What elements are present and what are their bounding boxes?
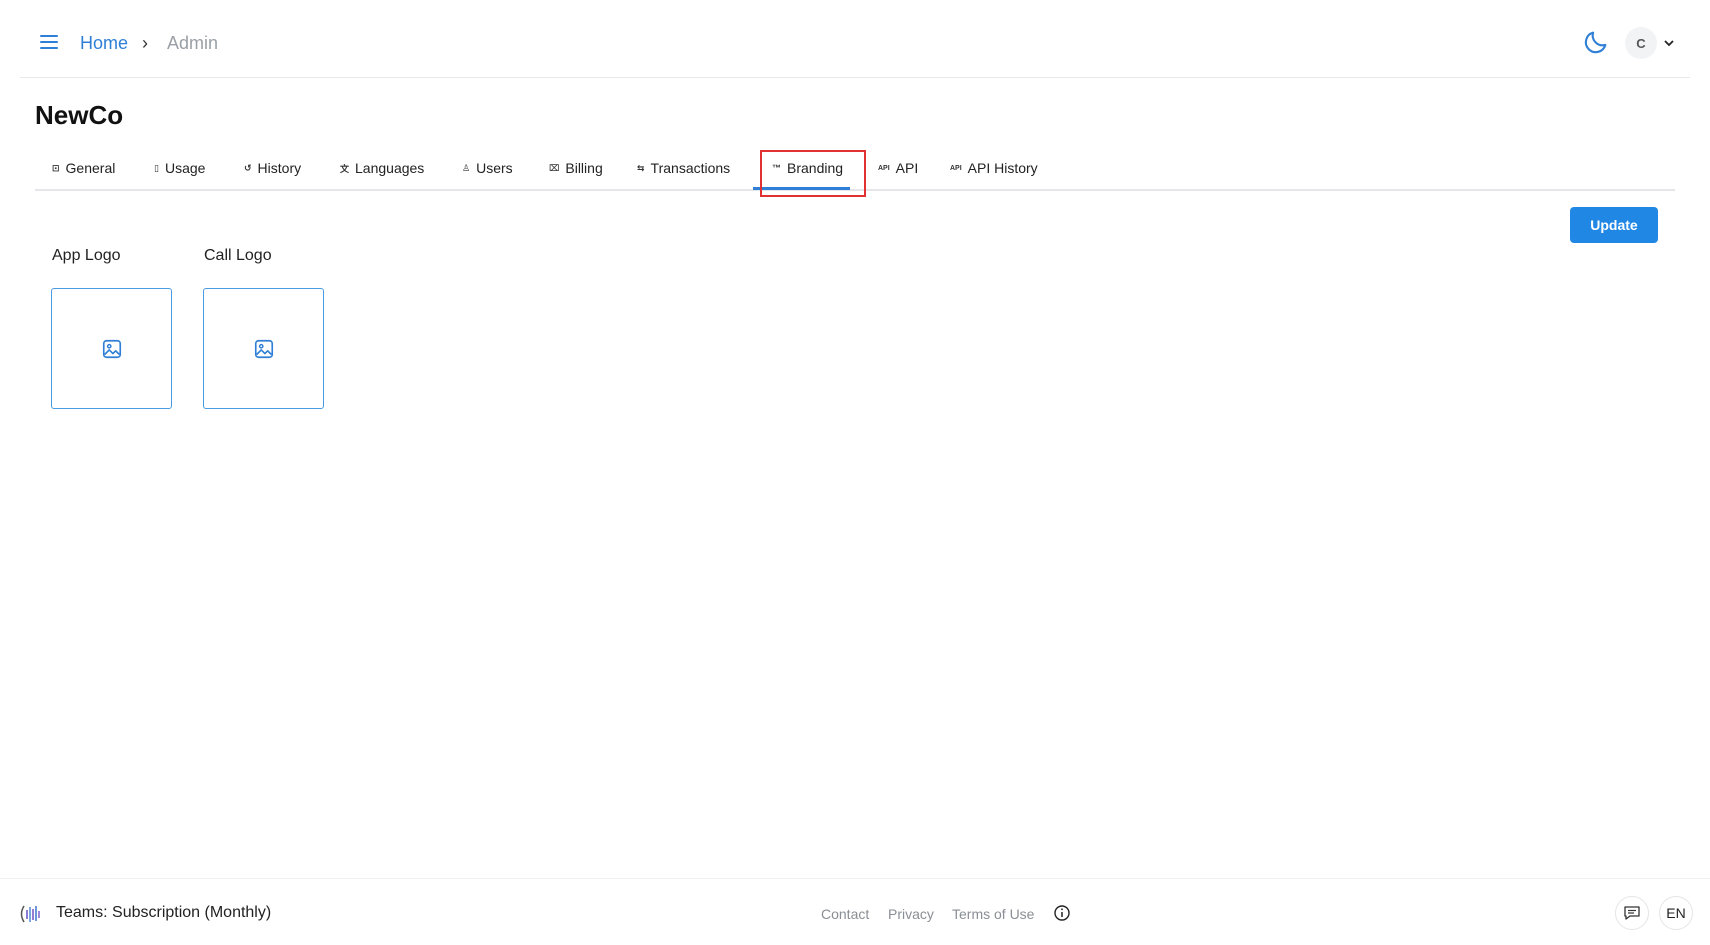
api-icon: API [950, 164, 962, 172]
tab-transactions[interactable]: ⇆ Transactions [637, 160, 730, 176]
history-icon: ↺ [244, 162, 252, 173]
language-button[interactable]: EN [1659, 896, 1693, 930]
languages-icon: 文 [340, 163, 350, 174]
breadcrumb-current: Admin [167, 33, 219, 53]
update-button[interactable]: Update [1570, 207, 1658, 243]
chat-icon [1624, 906, 1640, 920]
tab-label: Usage [164, 160, 206, 176]
tab-label: Languages [355, 160, 425, 176]
privacy-link[interactable]: Privacy [888, 906, 934, 922]
tab-history[interactable]: ↺ History [244, 160, 301, 176]
tab-label: Billing [565, 160, 603, 176]
tab-label: API [895, 160, 919, 176]
user-icon: ♙ [462, 162, 471, 173]
chevron-down-icon [1664, 40, 1674, 47]
subscription-plan: Teams: Subscription (Monthly) [56, 904, 272, 921]
tab-label: Users [476, 160, 513, 176]
tab-api-history[interactable]: API API History [950, 160, 1038, 176]
api-icon: API [878, 164, 890, 172]
call-logo-label: Call Logo [204, 247, 272, 264]
tab-usage[interactable]: ▯ Usage [154, 160, 205, 176]
general-icon: ⊡ [52, 162, 60, 173]
tab-label: API History [967, 160, 1038, 176]
chat-button[interactable] [1615, 896, 1649, 930]
tab-label: Transactions [650, 160, 731, 176]
image-icon [102, 339, 121, 358]
tab-general[interactable]: ⊡ General [52, 160, 115, 176]
tab-languages[interactable]: 文 Languages [340, 160, 424, 176]
tab-highlight-box [760, 150, 866, 197]
tab-users[interactable]: ♙ Users [462, 160, 513, 176]
usage-icon: ▯ [154, 162, 159, 173]
chevron-right-icon: › [142, 33, 148, 53]
contact-link[interactable]: Contact [821, 906, 869, 922]
info-icon[interactable] [1053, 904, 1071, 922]
tab-label: History [257, 160, 302, 176]
app-logo-label: App Logo [52, 247, 121, 264]
moon-icon[interactable] [1582, 28, 1610, 56]
transactions-icon: ⇆ [637, 162, 645, 173]
tab-api[interactable]: API API [878, 160, 918, 176]
call-logo-upload[interactable] [203, 288, 324, 409]
brand-logo-icon [20, 905, 40, 923]
avatar: C [1625, 27, 1657, 59]
user-menu[interactable]: C [1625, 26, 1676, 60]
top-header: Home › Admin C [20, 0, 1690, 78]
tab-label: General [65, 160, 116, 176]
menu-icon[interactable] [38, 30, 62, 54]
page-title: NewCo [35, 100, 124, 130]
tab-billing[interactable]: ⌧ Billing [549, 160, 603, 176]
terms-link[interactable]: Terms of Use [952, 906, 1034, 922]
app-logo-upload[interactable] [51, 288, 172, 409]
billing-icon: ⌧ [549, 162, 560, 173]
footer: Teams: Subscription (Monthly) Contact Pr… [0, 878, 1710, 945]
breadcrumb-home[interactable]: Home [80, 33, 128, 54]
image-icon [254, 339, 273, 358]
